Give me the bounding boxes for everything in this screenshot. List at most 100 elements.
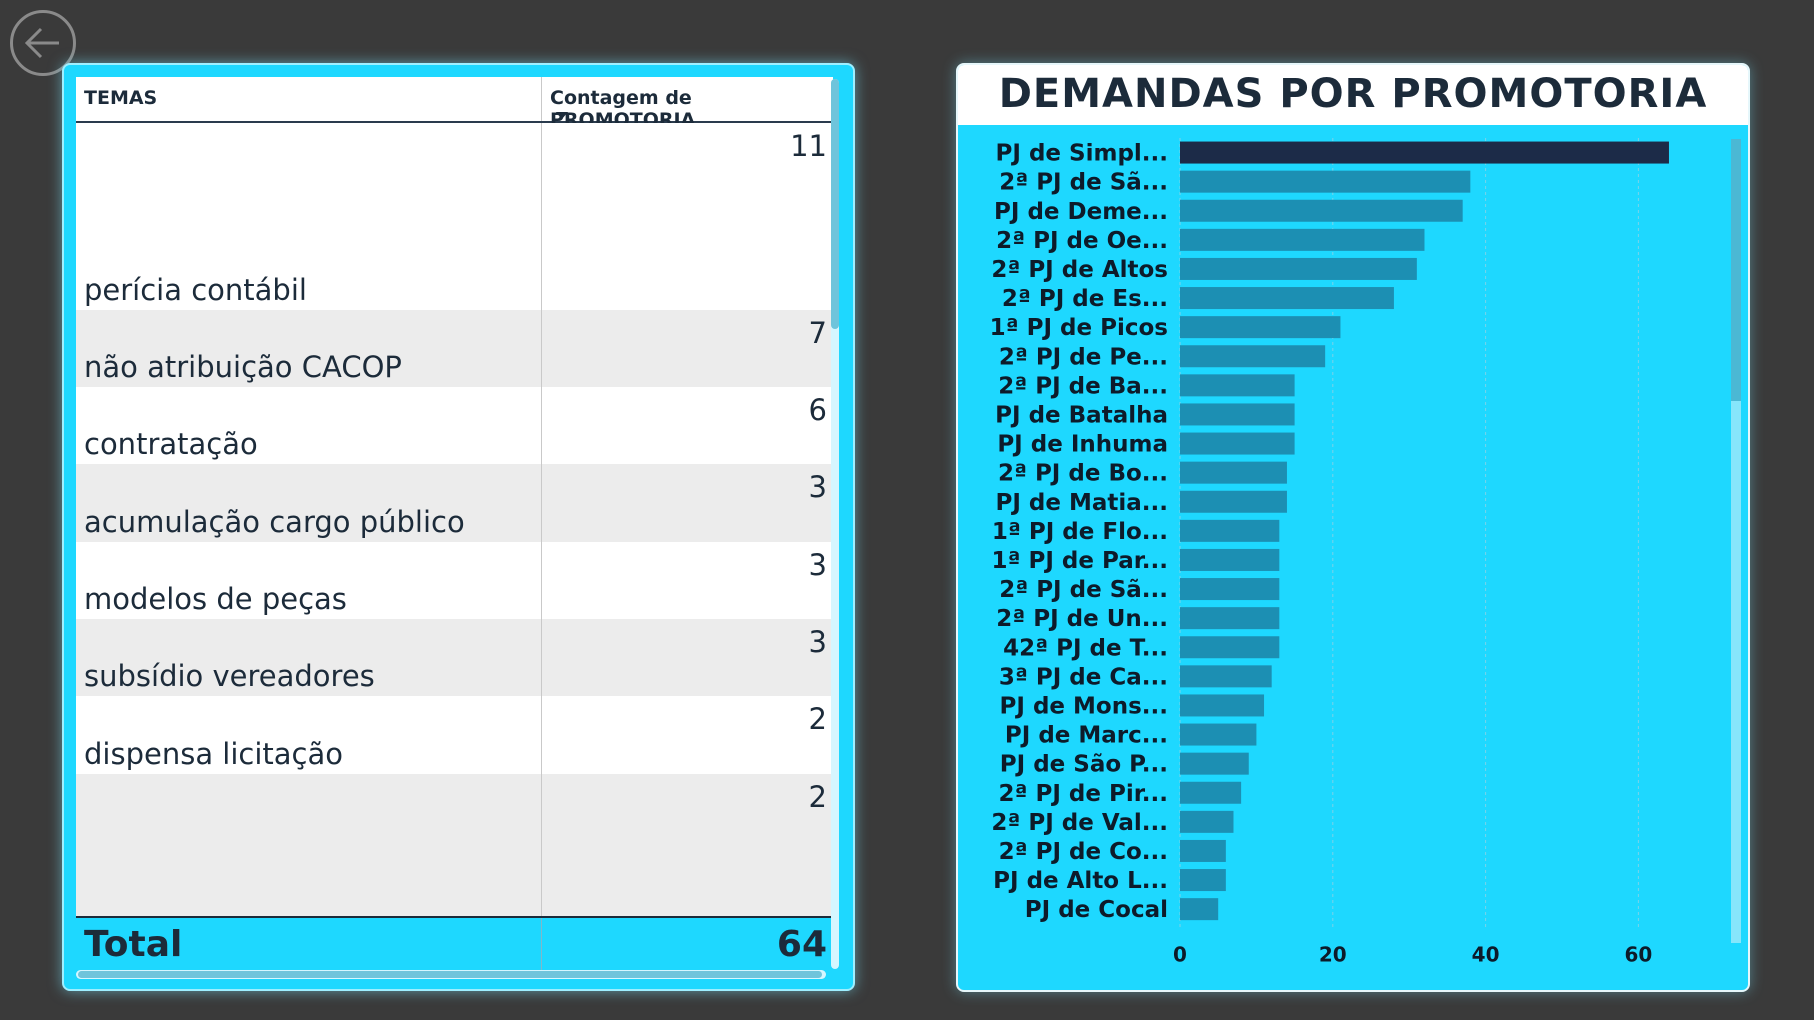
bar-23[interactable]: [1180, 810, 1234, 833]
bar-19[interactable]: [1180, 694, 1265, 717]
bar-2[interactable]: [1180, 199, 1463, 222]
category-label-24: 2ª PJ de Co...: [999, 839, 1168, 865]
row-label: contratação: [84, 427, 258, 461]
category-label-8: 2ª PJ de Ba...: [998, 373, 1168, 399]
table-row[interactable]: contratação 6: [76, 387, 833, 464]
table-body: perícia contábil 11 não atribuição CACOP…: [76, 123, 833, 917]
category-label-19: PJ de Mons...: [1000, 693, 1168, 719]
category-label-14: 1ª PJ de Par...: [991, 548, 1168, 574]
x-tick-label-0: 0: [1173, 943, 1187, 967]
bar-13[interactable]: [1180, 519, 1280, 542]
category-label-20: PJ de Marc...: [1005, 723, 1168, 749]
category-label-4: 2ª PJ de Altos: [991, 257, 1168, 283]
bar-1[interactable]: [1180, 170, 1471, 193]
category-label-18: 3ª PJ de Ca...: [999, 664, 1168, 690]
bar-9[interactable]: [1180, 403, 1295, 426]
row-label: perícia contábil: [84, 273, 307, 307]
total-label: Total: [84, 924, 183, 965]
bar-8[interactable]: [1180, 374, 1295, 397]
bar-4[interactable]: [1180, 257, 1417, 280]
category-label-11: 2ª PJ de Bo...: [998, 461, 1168, 487]
table-header: TEMAS Contagem de PROMOTORIA: [76, 77, 833, 131]
category-label-26: PJ de Cocal: [1025, 897, 1168, 923]
category-label-7: 2ª PJ de Pe...: [999, 344, 1168, 370]
bar-20[interactable]: [1180, 723, 1257, 746]
bar-11[interactable]: [1180, 461, 1287, 484]
table-row[interactable]: modelos de peças 3: [76, 542, 833, 619]
table-horizontal-scroll-thumb[interactable]: [78, 971, 822, 978]
row-count: 3: [808, 625, 827, 659]
row-label: modelos de peças: [84, 582, 347, 616]
category-label-22: 2ª PJ de Pir...: [999, 781, 1169, 807]
chart-vertical-scroll-thumb[interactable]: [1731, 139, 1741, 401]
bar-chart: PJ de Simpl... 2ª PJ de Sã... PJ de Deme..…: [990, 138, 1669, 967]
category-label-21: PJ de São P...: [1000, 752, 1168, 778]
category-label-9: PJ de Batalha: [995, 402, 1168, 428]
table-visual: TEMAS Contagem de PROMOTORIA perícia con…: [76, 77, 833, 977]
bar-18[interactable]: [1180, 665, 1272, 688]
table-vertical-scrollbar[interactable]: [831, 79, 839, 969]
bar-14[interactable]: [1180, 548, 1280, 571]
total-value: 64: [776, 924, 827, 965]
table-row[interactable]: acumulação cargo público 3: [76, 464, 833, 542]
row-label: não atribuição CACOP: [84, 350, 402, 384]
row-count: 6: [808, 393, 827, 427]
row-count: 2: [808, 780, 827, 814]
category-label-1: 2ª PJ de Sã...: [999, 170, 1168, 196]
category-label-2: PJ de Deme...: [994, 199, 1168, 225]
category-label-25: PJ de Alto L...: [993, 868, 1168, 894]
category-label-6: 1ª PJ de Picos: [990, 315, 1168, 341]
bar-7[interactable]: [1180, 345, 1326, 368]
bar-16[interactable]: [1180, 607, 1280, 630]
bar-5[interactable]: [1180, 287, 1394, 310]
sort-descending-icon[interactable]: [556, 112, 568, 119]
bar-10[interactable]: [1180, 432, 1295, 455]
table-row[interactable]: perícia contábil 11: [76, 123, 833, 310]
category-label-16: 2ª PJ de Un...: [996, 606, 1168, 632]
x-tick-label-40: 40: [1472, 943, 1500, 967]
table-row[interactable]: subsídio vereadores 3: [76, 619, 833, 696]
row-count: 2: [808, 702, 827, 736]
table-total-row: Total 64: [76, 916, 833, 972]
category-label-17: 42ª PJ de T...: [1003, 635, 1168, 661]
table-row[interactable]: 2: [76, 774, 833, 917]
row-count: 3: [808, 548, 827, 582]
category-label-12: PJ de Matia...: [995, 490, 1168, 516]
column-divider: [541, 123, 542, 917]
bar-6[interactable]: [1180, 316, 1341, 339]
category-label-15: 2ª PJ de Sã...: [999, 577, 1168, 603]
chart-vertical-scrollbar[interactable]: [1731, 139, 1741, 943]
x-tick-label-60: 60: [1624, 943, 1652, 967]
bar-15[interactable]: [1180, 578, 1280, 601]
bar-17[interactable]: [1180, 636, 1280, 659]
table-vertical-scroll-thumb[interactable]: [831, 79, 839, 329]
row-label: dispensa licitação: [84, 737, 344, 771]
bar-26[interactable]: [1180, 898, 1219, 921]
bar-3[interactable]: [1180, 228, 1425, 251]
category-label-5: 2ª PJ de Es...: [1002, 286, 1168, 312]
row-label: subsídio vereadores: [84, 659, 375, 693]
table-row[interactable]: não atribuição CACOP 7: [76, 310, 833, 387]
row-label: acumulação cargo público: [84, 505, 465, 539]
row-count: 7: [808, 316, 827, 350]
bar-22[interactable]: [1180, 781, 1242, 804]
bar-12[interactable]: [1180, 490, 1287, 513]
bar-0[interactable]: [1180, 141, 1669, 164]
category-label-13: 1ª PJ de Flo...: [992, 519, 1168, 545]
row-count: 11: [790, 129, 827, 163]
table-row[interactable]: dispensa licitação 2: [76, 696, 833, 774]
table-panel: TEMAS Contagem de PROMOTORIA perícia con…: [62, 63, 855, 991]
bar-24[interactable]: [1180, 839, 1226, 862]
bar-25[interactable]: [1180, 869, 1226, 892]
bar-21[interactable]: [1180, 752, 1249, 775]
chart-panel: DEMANDAS POR PROMOTORIA PJ de Simpl... 2ª…: [956, 63, 1750, 992]
category-label-3: 2ª PJ de Oe...: [996, 228, 1168, 254]
column-header-count[interactable]: Contagem de PROMOTORIA: [541, 77, 833, 131]
table-horizontal-scrollbar[interactable]: [76, 970, 826, 979]
column-header-temas[interactable]: TEMAS: [76, 77, 541, 121]
column-divider: [541, 918, 542, 972]
category-label-10: PJ de Inhuma: [997, 432, 1168, 458]
category-label-0: PJ de Simpl...: [996, 141, 1168, 167]
row-count: 3: [808, 470, 827, 504]
category-label-23: 2ª PJ de Val...: [991, 810, 1168, 836]
